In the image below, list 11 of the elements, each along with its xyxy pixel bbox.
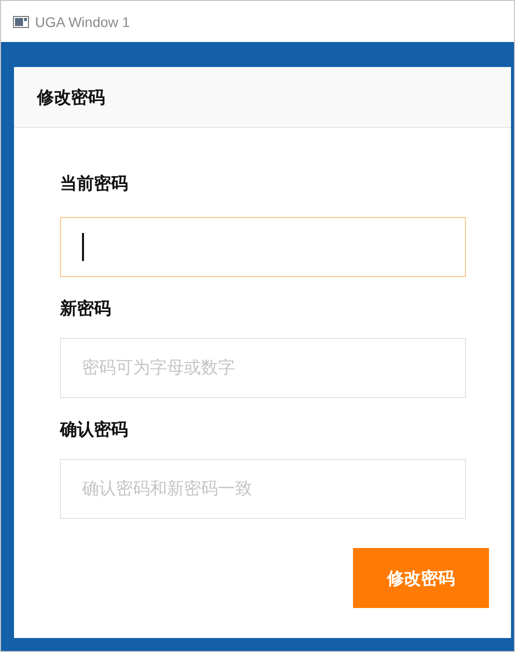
field-label: 确认密码 <box>60 419 128 442</box>
window-title: UGA Window 1 <box>35 14 130 30</box>
submit-button[interactable]: 修改密码 <box>353 548 489 608</box>
password-field[interactable] <box>60 217 466 277</box>
password-field[interactable]: 确认密码和新密码一致 <box>60 459 466 519</box>
window-icon <box>13 16 29 28</box>
card-title: 修改密码 <box>37 86 105 108</box>
password-field[interactable]: 密码可为字母或数字 <box>60 338 466 398</box>
field-label: 当前密码 <box>60 173 128 196</box>
text-cursor <box>82 233 84 261</box>
field-label: 新密码 <box>60 298 111 321</box>
